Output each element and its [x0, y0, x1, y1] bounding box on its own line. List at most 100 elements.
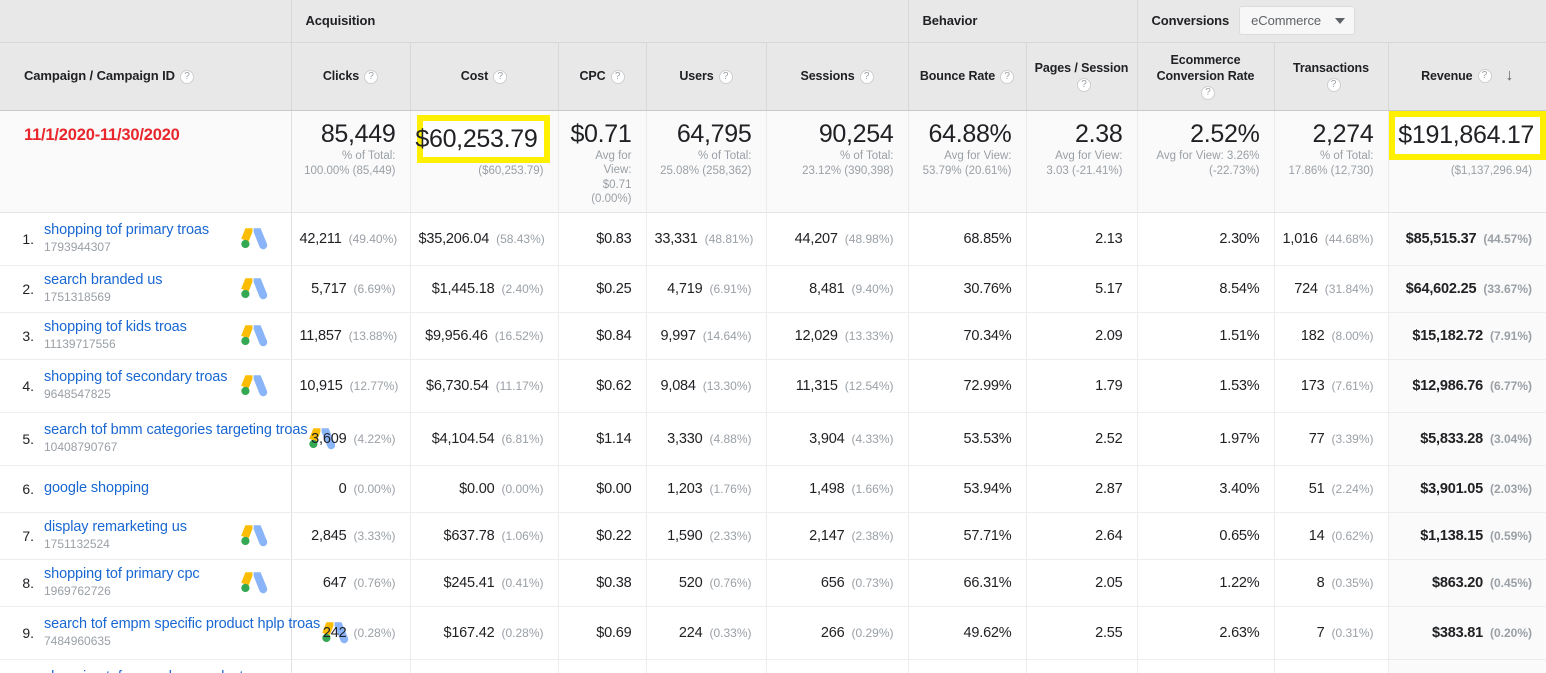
row-users: 520(0.76%): [646, 559, 766, 606]
column-header-transactions[interactable]: Transactions?: [1274, 42, 1388, 110]
campaign-name-link[interactable]: search tof bmm categories targeting troa…: [44, 422, 307, 438]
campaign-name-link[interactable]: google shopping: [44, 480, 149, 496]
row-index: 1.: [0, 231, 44, 247]
row-cost: $0.00(0.00%): [410, 465, 558, 512]
column-header-clicks[interactable]: Clicks?: [291, 42, 410, 110]
help-icon[interactable]: ?: [180, 70, 194, 84]
totals-clicks-sub2: 100.00% (85,449): [302, 164, 396, 178]
row-sessions: 1,498(1.66%): [766, 465, 908, 512]
campaign-name-link[interactable]: display remarketing us: [44, 519, 187, 535]
table-row[interactable]: 1. shopping tof primary troas 1793944307…: [0, 212, 1546, 265]
table-row[interactable]: 6. google shopping 0(0.00%) $0.00(0.00%)…: [0, 465, 1546, 512]
table-row[interactable]: 9. search tof empm specific product hplp…: [0, 606, 1546, 659]
conversions-label: Conversions: [1152, 13, 1230, 28]
column-header-campaign[interactable]: Campaign / Campaign ID?: [0, 42, 291, 110]
row-transactions: 182(8.00%): [1274, 312, 1388, 359]
row-clicks: 2,845(3.33%): [291, 512, 410, 559]
column-header-ecom-conv-rate[interactable]: Ecommerce Conversion Rate?: [1137, 42, 1274, 110]
row-users: 400(0.59%): [646, 659, 766, 673]
row-cpc: $1.14: [558, 412, 646, 465]
column-header-revenue[interactable]: Revenue? ↓: [1388, 42, 1546, 110]
table-body: 1. shopping tof primary troas 1793944307…: [0, 212, 1546, 673]
table-row[interactable]: 8. shopping tof primary cpc 1969762726 6…: [0, 559, 1546, 606]
row-bounce-rate: 53.94%: [908, 465, 1026, 512]
campaign-name-link[interactable]: shopping tof primary cpc: [44, 566, 200, 582]
row-clicks-pct: (0.28%): [353, 626, 395, 640]
column-header-users[interactable]: Users?: [646, 42, 766, 110]
campaign-name-link[interactable]: shopping tof kids troas: [44, 319, 187, 335]
row-pages-session-value: 2.05: [1095, 575, 1122, 591]
google-ads-icon: [239, 372, 269, 400]
row-ecom-conv-rate-value: 1.97%: [1219, 431, 1259, 447]
row-cpc-value: $1.14: [596, 431, 631, 447]
column-header-cost[interactable]: Cost?: [410, 42, 558, 110]
row-transactions-value: 8: [1317, 575, 1325, 591]
column-header-cpc-label: CPC: [579, 69, 605, 83]
column-header-transactions-label: Transactions: [1293, 61, 1369, 75]
help-icon[interactable]: ?: [493, 70, 507, 84]
column-header-sessions[interactable]: Sessions?: [766, 42, 908, 110]
row-users-pct: (48.81%): [705, 232, 754, 246]
row-transactions-pct: (0.35%): [1331, 576, 1373, 590]
totals-transactions-value: 2,274: [1285, 120, 1374, 148]
column-header-cpc[interactable]: CPC?: [558, 42, 646, 110]
row-cost: $637.78(1.06%): [410, 512, 558, 559]
row-bounce-rate-value: 68.85%: [964, 231, 1012, 247]
row-ecom-conv-rate: 1.51%: [1137, 312, 1274, 359]
campaign-name-link[interactable]: shopping tof secondary troas: [44, 369, 227, 385]
help-icon[interactable]: ?: [1327, 78, 1341, 92]
help-icon[interactable]: ?: [611, 70, 625, 84]
table-row[interactable]: 3. shopping tof kids troas 11139717556 1…: [0, 312, 1546, 359]
help-icon[interactable]: ?: [364, 70, 378, 84]
row-index: 3.: [0, 328, 44, 344]
row-ecom-conv-rate-value: 8.54%: [1219, 281, 1259, 297]
campaign-name-link[interactable]: shopping tof secondary products: [44, 669, 250, 673]
date-range-annotation: 11/1/2020-11/30/2020: [24, 126, 180, 145]
column-header-bounce-rate[interactable]: Bounce Rate?: [908, 42, 1026, 110]
row-pages-session-value: 2.87: [1095, 481, 1122, 497]
table-row[interactable]: 4. shopping tof secondary troas 96485478…: [0, 359, 1546, 412]
row-revenue-pct: (6.77%): [1490, 379, 1532, 393]
row-revenue: $15,182.72(7.91%): [1388, 312, 1546, 359]
row-cost-pct: (1.06%): [501, 529, 543, 543]
row-pages-session: 2.05: [1026, 559, 1137, 606]
group-header-acquisition: Acquisition: [291, 0, 908, 42]
row-transactions-value: 14: [1309, 528, 1325, 544]
campaign-name-link[interactable]: search tof empm specific product hplp tr…: [44, 616, 320, 632]
row-pages-session: 2.87: [1026, 465, 1137, 512]
sort-descending-icon[interactable]: ↓: [1506, 68, 1514, 84]
table-row[interactable]: 2. search branded us 1751318569 5,717(6.…: [0, 265, 1546, 312]
row-index: 9.: [0, 625, 44, 641]
column-header-pages-session[interactable]: Pages / Session?: [1026, 42, 1137, 110]
row-cpc-value: $0.00: [596, 481, 631, 497]
row-cost-value: $1,445.18: [432, 281, 495, 297]
help-icon[interactable]: ?: [1478, 69, 1492, 83]
row-cost: $6,730.54(11.17%): [410, 359, 558, 412]
conversions-type-select[interactable]: eCommerce: [1239, 6, 1355, 35]
row-clicks-value: 647: [323, 575, 347, 591]
help-icon[interactable]: ?: [719, 70, 733, 84]
table-row[interactable]: 5. search tof bmm categories targeting t…: [0, 412, 1546, 465]
totals-users-value: 64,795: [657, 120, 752, 148]
totals-date-range-cell: 11/1/2020-11/30/2020: [0, 110, 291, 212]
row-users: 3,330(4.88%): [646, 412, 766, 465]
help-icon[interactable]: ?: [1201, 86, 1215, 100]
help-icon[interactable]: ?: [1077, 78, 1091, 92]
row-users: 1,203(1.76%): [646, 465, 766, 512]
row-revenue-pct: (0.45%): [1490, 576, 1532, 590]
row-cpc-value: $0.69: [596, 625, 631, 641]
behavior-label: Behavior: [923, 13, 978, 28]
help-icon[interactable]: ?: [1000, 70, 1014, 84]
campaign-name-link[interactable]: search branded us: [44, 272, 162, 288]
row-revenue-value: $85,515.37: [1406, 231, 1477, 247]
totals-revenue: $191,864.17 % of Total: 16.87% ($1,137,2…: [1388, 110, 1546, 212]
row-users-value: 1,590: [667, 528, 702, 544]
table-row[interactable]: 10. shopping tof secondary products 1953…: [0, 659, 1546, 673]
row-bounce-rate: 53.53%: [908, 412, 1026, 465]
column-header-cost-label: Cost: [461, 69, 488, 83]
table-row[interactable]: 7. display remarketing us 1751132524 2,8…: [0, 512, 1546, 559]
totals-cpc-sub2: $0.71 (0.00%): [569, 178, 632, 206]
campaign-name-link[interactable]: shopping tof primary troas: [44, 222, 209, 238]
help-icon[interactable]: ?: [860, 70, 874, 84]
row-bounce-rate: 72.99%: [908, 359, 1026, 412]
